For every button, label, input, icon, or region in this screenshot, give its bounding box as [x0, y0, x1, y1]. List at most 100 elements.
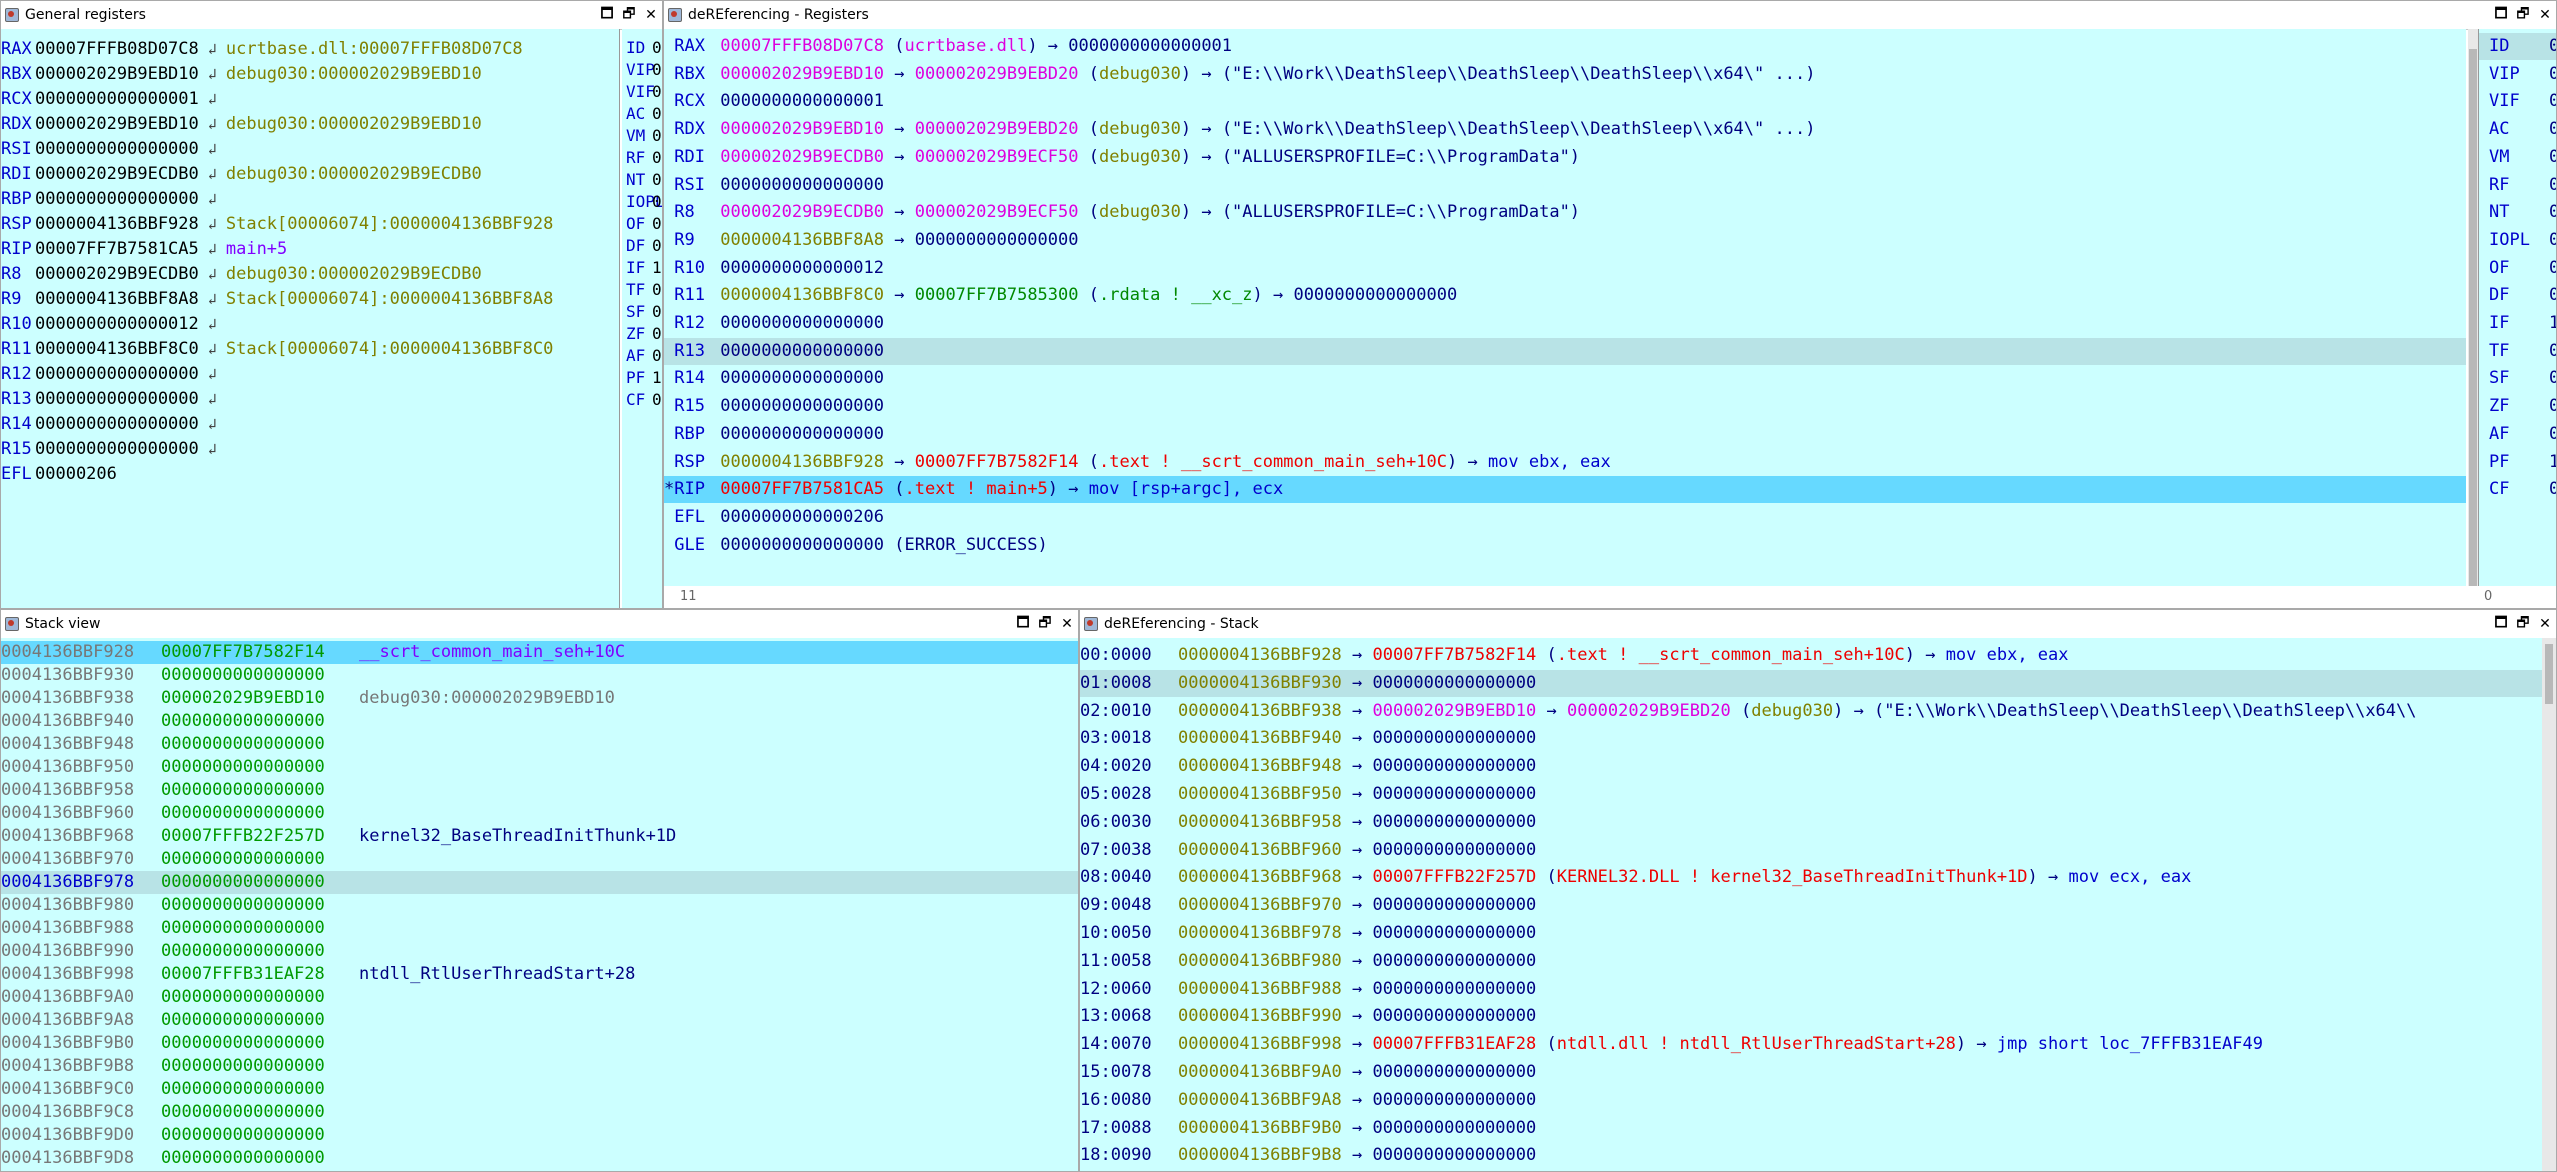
register-value[interactable]: 0000000000000000	[35, 439, 199, 459]
jump-arrow-icon[interactable]: ↲	[199, 262, 226, 287]
register-value[interactable]: 0000000000000001	[35, 89, 199, 109]
deref-stack-row[interactable]: 04:0020 0000004136BBF948 → 00000000000000…	[1080, 753, 2542, 780]
flag-row[interactable]: AF 0	[622, 345, 662, 367]
register-row[interactable]: R11 0000004136BBF8C0 ↲ Stack[00006074]:00…	[1, 337, 619, 362]
stack-value[interactable]: 0000000000000000	[161, 940, 325, 963]
deref-registers-scrollbar[interactable]	[2468, 29, 2478, 589]
flag-row[interactable]: RF 0	[622, 147, 662, 169]
register-value[interactable]: 00000206	[35, 464, 117, 484]
deref-register-row[interactable]: R13 0000000000000000	[664, 337, 2466, 365]
flag-value[interactable]: 0	[652, 213, 662, 235]
flag-row[interactable]: ID 0	[2479, 33, 2556, 60]
stack-row[interactable]: 0004136BBF9B0 0000000000000000	[1, 1032, 1078, 1055]
stack-value[interactable]: 0000000000000000	[161, 871, 325, 894]
stack-value[interactable]: 0000000000000000	[161, 779, 325, 802]
flag-row[interactable]: NT 0	[622, 169, 662, 191]
stack-row[interactable]: 0004136BBF998 00007FFFB31EAF28 ntdll_RtlUs…	[1, 963, 1078, 986]
flag-row[interactable]: CF 0	[622, 389, 662, 411]
deref-stack-row[interactable]: 05:0028 0000004136BBF950 → 00000000000000…	[1080, 781, 2542, 808]
flag-row[interactable]: OF 0	[2479, 255, 2556, 282]
register-row[interactable]: R15 0000000000000000 ↲	[1, 437, 619, 462]
flag-value[interactable]: 0	[652, 389, 662, 411]
jump-arrow-icon[interactable]: ↲	[199, 437, 226, 462]
flag-value[interactable]: 0	[652, 125, 662, 147]
flag-row[interactable]: PF 1	[622, 367, 662, 389]
jump-arrow-icon[interactable]: ↲	[199, 412, 226, 437]
deref-register-row[interactable]: RBX 000002029B9EBD10 → 000002029B9EBD20 (…	[664, 61, 2466, 88]
deref-register-row[interactable]: R9 0000004136BBF8A8 → 0000000000000000	[664, 227, 2466, 254]
register-value[interactable]: 0000004136BBF8A8	[35, 289, 199, 309]
deref-stack-row[interactable]: 02:0010 0000004136BBF938 → 000002029B9EBD…	[1080, 698, 2542, 725]
flag-value[interactable]: 0	[652, 81, 662, 103]
deref-stack-row[interactable]: 11:0058 0000004136BBF980 → 00000000000000…	[1080, 948, 2542, 975]
stack-row[interactable]: 0004136BBF948 0000000000000000	[1, 733, 1078, 756]
flag-value[interactable]: 0	[2549, 144, 2556, 171]
deref-register-row[interactable]: RBP 0000000000000000	[664, 421, 2466, 448]
flag-value[interactable]: 0	[2549, 365, 2556, 392]
flag-value[interactable]: 0	[652, 191, 662, 213]
flag-row[interactable]: VIF 0	[2479, 88, 2556, 115]
flag-value[interactable]: 0	[652, 279, 662, 301]
stack-value[interactable]: 0000000000000000	[161, 1032, 325, 1055]
deref-stack-row[interactable]: 08:0040 0000004136BBF968 → 00007FFFB22F25…	[1080, 864, 2542, 891]
deref-register-row[interactable]: RCX 0000000000000001	[664, 88, 2466, 115]
restore-button[interactable]: 🗗	[2512, 3, 2534, 27]
stack-row[interactable]: 0004136BBF9C8 0000000000000000	[1, 1101, 1078, 1124]
flag-row[interactable]: TF 0	[622, 279, 662, 301]
flag-row[interactable]: VM 0	[622, 125, 662, 147]
deref-register-row[interactable]: RDI 000002029B9ECDB0 → 000002029B9ECF50 (…	[664, 144, 2466, 171]
stack-value[interactable]: 000002029B9EBD10	[161, 687, 325, 710]
deref-stack-row[interactable]: 06:0030 0000004136BBF958 → 00000000000000…	[1080, 809, 2542, 836]
deref-stack-row[interactable]: 10:0050 0000004136BBF978 → 00000000000000…	[1080, 920, 2542, 947]
flag-row[interactable]: PF 1	[2479, 449, 2556, 476]
register-value[interactable]: 00007FFFB08D07C8	[35, 39, 199, 59]
jump-arrow-icon[interactable]: ↲	[199, 337, 226, 362]
stack-row[interactable]: 0004136BBF9B8 0000000000000000	[1, 1055, 1078, 1078]
flag-value[interactable]: 1	[652, 257, 662, 279]
deref-stack-row[interactable]: 16:0080 0000004136BBF9A8 → 00000000000000…	[1080, 1087, 2542, 1114]
register-value[interactable]: 000002029B9ECDB0	[35, 164, 199, 184]
jump-arrow-icon[interactable]: ↲	[199, 112, 226, 137]
stack-row[interactable]: 0004136BBF968 00007FFFB22F257D kernel32_Ba…	[1, 825, 1078, 848]
deref-stack-row[interactable]: 03:0018 0000004136BBF940 → 00000000000000…	[1080, 725, 2542, 752]
stack-row[interactable]: 0004136BBF9D0 0000000000000000	[1, 1124, 1078, 1147]
flag-row[interactable]: DF 0	[622, 235, 662, 257]
stack-value[interactable]: 0000000000000000	[161, 733, 325, 756]
jump-arrow-icon[interactable]: ↲	[199, 237, 226, 262]
stack-value[interactable]: 00007FF7B7582F14	[161, 641, 325, 664]
flag-value[interactable]: 0	[652, 345, 662, 367]
deref-register-row[interactable]: RSI 0000000000000000	[664, 172, 2466, 199]
stack-value[interactable]: 0000000000000000	[161, 756, 325, 779]
flag-row[interactable]: SF 0	[2479, 365, 2556, 392]
jump-arrow-icon[interactable]: ↲	[199, 362, 226, 387]
deref-stack-row[interactable]: 07:0038 0000004136BBF960 → 00000000000000…	[1080, 837, 2542, 864]
jump-arrow-icon[interactable]: ↲	[199, 287, 226, 312]
flag-row[interactable]: RF 0	[2479, 172, 2556, 199]
jump-arrow-icon[interactable]: ↲	[199, 37, 226, 62]
stack-value[interactable]: 0000000000000000	[161, 986, 325, 1009]
jump-arrow-icon[interactable]: ↲	[199, 312, 226, 337]
register-value[interactable]: 0000000000000000	[35, 389, 199, 409]
deref-register-row[interactable]: R14 0000000000000000	[664, 365, 2466, 392]
flag-row[interactable]: ZF 0	[622, 323, 662, 345]
deref-register-row[interactable]: RDX 000002029B9EBD10 → 000002029B9EBD20 (…	[664, 116, 2466, 143]
register-row[interactable]: RAX 00007FFFB08D07C8 ↲ ucrtbase.dll:00007…	[1, 37, 619, 62]
flag-value[interactable]: 0	[652, 235, 662, 257]
deref-stack-row[interactable]: 00:0000 0000004136BBF928 → 00007FF7B7582F…	[1080, 642, 2542, 669]
register-value[interactable]: 000002029B9ECDB0	[35, 264, 199, 284]
deref-register-row[interactable]: GLE 0000000000000000 (ERROR_SUCCESS)	[664, 532, 2466, 559]
jump-arrow-icon[interactable]: ↲	[199, 162, 226, 187]
flag-value[interactable]: 0	[2549, 255, 2556, 282]
stack-row[interactable]: 0004136BBF950 0000000000000000	[1, 756, 1078, 779]
register-row[interactable]: R14 0000000000000000 ↲	[1, 412, 619, 437]
stack-value[interactable]: 0000000000000000	[161, 710, 325, 733]
deref-stack-row[interactable]: 12:0060 0000004136BBF988 → 00000000000000…	[1080, 976, 2542, 1003]
flag-row[interactable]: ID 0	[622, 37, 662, 59]
flag-row[interactable]: IF 1	[2479, 310, 2556, 337]
stack-value[interactable]: 0000000000000000	[161, 848, 325, 871]
minimize-button[interactable]: 🗖	[2490, 3, 2512, 27]
stack-value[interactable]: 0000000000000000	[161, 1101, 325, 1124]
jump-arrow-icon[interactable]: ↲	[199, 87, 226, 112]
flag-row[interactable]: TF 0	[2479, 338, 2556, 365]
stack-row[interactable]: 0004136BBF9D8 0000000000000000	[1, 1147, 1078, 1170]
